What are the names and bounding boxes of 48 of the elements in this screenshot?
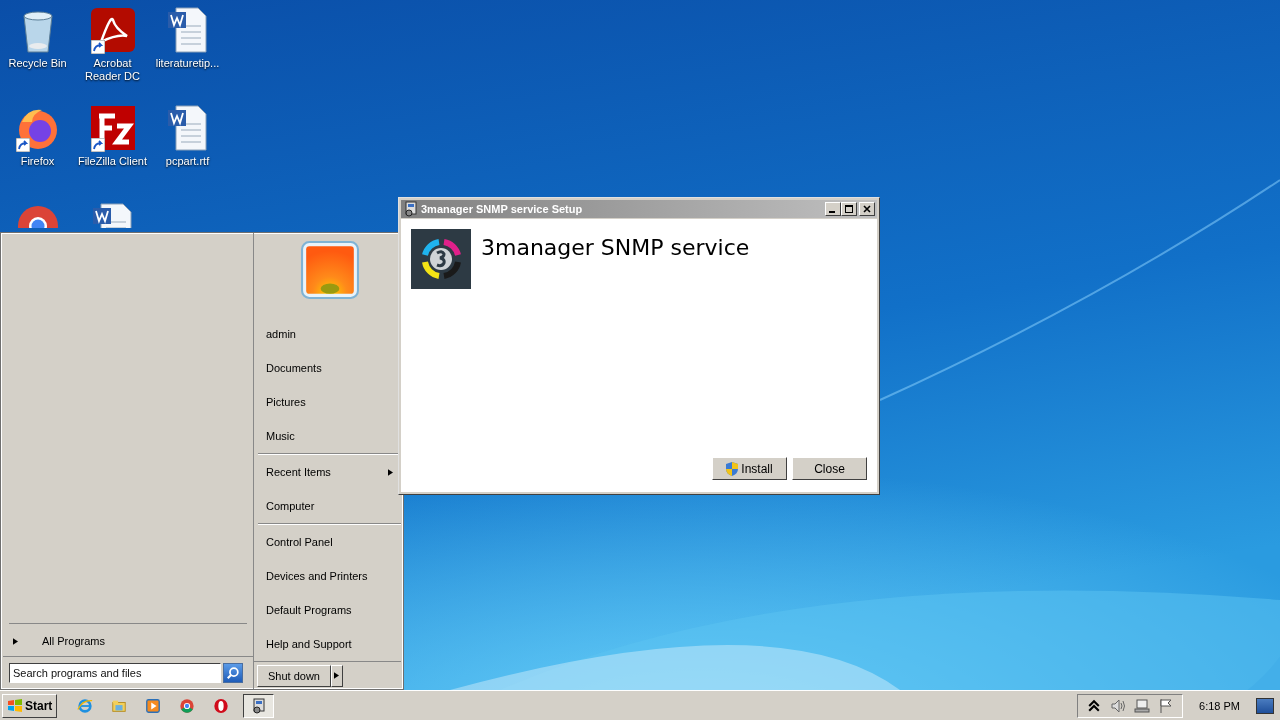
start-menu-item[interactable]: admin: [258, 317, 401, 351]
minimize-icon: [829, 211, 835, 213]
start-menu-item[interactable]: Recent Items: [258, 455, 401, 489]
chrome-icon: [179, 696, 196, 715]
window-title: 3manager SNMP service Setup: [421, 203, 584, 215]
user-picture-icon[interactable]: [300, 241, 359, 299]
start-button[interactable]: Start: [2, 693, 58, 718]
show-desktop-button[interactable]: [1256, 697, 1274, 714]
media-player-icon: [145, 696, 162, 715]
close-button[interactable]: [859, 202, 875, 216]
expand-arrow-icon: [13, 637, 18, 645]
start-menu-item[interactable]: Devices and Printers: [258, 559, 401, 593]
desktop-icon-label[interactable]: Recycle Bin: [1, 57, 74, 70]
internet-explorer-icon: [77, 696, 94, 715]
installer-icon: [403, 201, 419, 217]
arrow-icon: [334, 672, 340, 679]
minimize-button[interactable]: [825, 202, 841, 216]
start-menu-item[interactable]: Music: [258, 419, 401, 453]
desktop-icon-label[interactable]: literaturetip...: [151, 57, 224, 70]
shield-icon: [726, 461, 739, 476]
start-menu-item[interactable]: Control Panel: [258, 525, 401, 559]
desktop-icon-label[interactable]: pcpart.rtf: [151, 155, 224, 168]
desktop-icon-label[interactable]: Firefox: [1, 155, 74, 168]
start-menu-item[interactable]: Help and Support: [258, 627, 401, 661]
maximize-icon: [843, 204, 855, 214]
all-programs-item[interactable]: All Programs: [3, 626, 253, 656]
maximize-button[interactable]: [841, 202, 857, 216]
shut-down-button[interactable]: Shut down: [257, 664, 331, 687]
network-icon[interactable]: [1134, 697, 1151, 714]
app-logo-icon: [411, 229, 471, 289]
start-menu-item[interactable]: Pictures: [258, 385, 401, 419]
speaker-icon[interactable]: [1110, 697, 1127, 714]
search-field[interactable]: Search programs and files: [9, 663, 221, 683]
product-heading: 3manager SNMP service: [481, 235, 750, 260]
install-button[interactable]: Install: [712, 457, 787, 480]
taskbar-button[interactable]: [243, 693, 275, 718]
start-menu-item[interactable]: Documents: [258, 351, 401, 385]
start-menu-item[interactable]: Computer: [258, 489, 401, 523]
windows-logo-icon: [7, 697, 23, 714]
start-menu-item[interactable]: Default Programs: [258, 593, 401, 627]
close-button[interactable]: Close: [792, 457, 867, 480]
desktop-icon-label[interactable]: FileZilla Client: [76, 155, 149, 168]
clock[interactable]: 6:18 PM: [1187, 699, 1252, 712]
desktop-icon-label[interactable]: Acrobat Reader DC: [76, 57, 149, 83]
search-button[interactable]: [223, 663, 243, 683]
opera-icon: [213, 696, 230, 715]
close-icon: [861, 204, 873, 214]
submenu-arrow-icon: [388, 468, 393, 476]
